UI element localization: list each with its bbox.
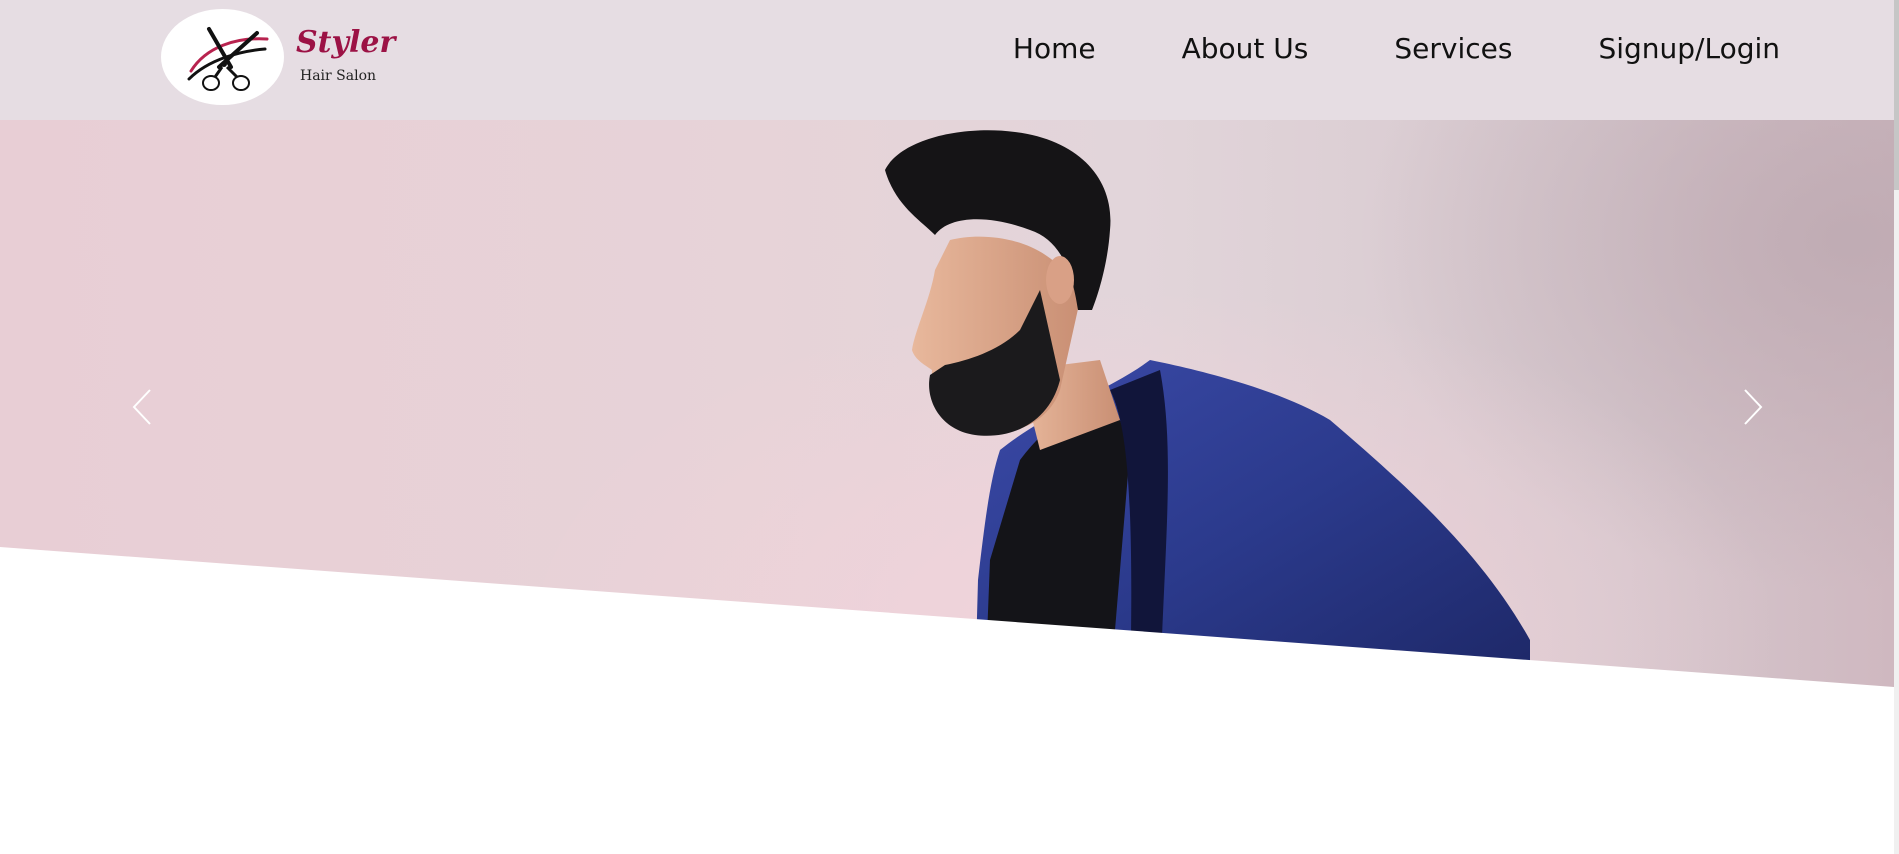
logo-badge xyxy=(161,9,284,105)
main-nav: Home About Us Services Signup/Login xyxy=(1013,31,1780,67)
brand-tagline: Hair Salon xyxy=(300,68,377,84)
hero-diagonal-divider xyxy=(0,547,1894,690)
brand-name: Styler xyxy=(296,25,396,60)
nav-link-about-us[interactable]: About Us xyxy=(1182,32,1309,65)
nav-item-home: Home xyxy=(1013,31,1096,67)
page-scrollbar[interactable] xyxy=(1894,0,1899,854)
chevron-right-icon xyxy=(1744,389,1763,425)
logo-link[interactable]: Styler Hair Salon xyxy=(161,9,395,107)
scissors-icon xyxy=(187,27,269,91)
nav-link-signup-login[interactable]: Signup/Login xyxy=(1598,32,1780,65)
navbar: Styler Hair Salon Home About Us Services… xyxy=(0,0,1894,120)
carousel-next-button[interactable] xyxy=(1733,382,1773,432)
nav-link-home[interactable]: Home xyxy=(1013,32,1096,65)
hero-carousel xyxy=(0,120,1894,690)
chevron-left-icon xyxy=(132,389,151,425)
nav-link-services[interactable]: Services xyxy=(1394,32,1512,65)
carousel-prev-button[interactable] xyxy=(122,382,162,432)
nav-item-signup-login: Signup/Login xyxy=(1598,31,1780,67)
nav-item-about: About Us xyxy=(1182,31,1309,67)
page: Styler Hair Salon Home About Us Services… xyxy=(0,0,1899,854)
nav-item-services: Services xyxy=(1394,31,1512,67)
scrollbar-thumb[interactable] xyxy=(1894,0,1899,190)
